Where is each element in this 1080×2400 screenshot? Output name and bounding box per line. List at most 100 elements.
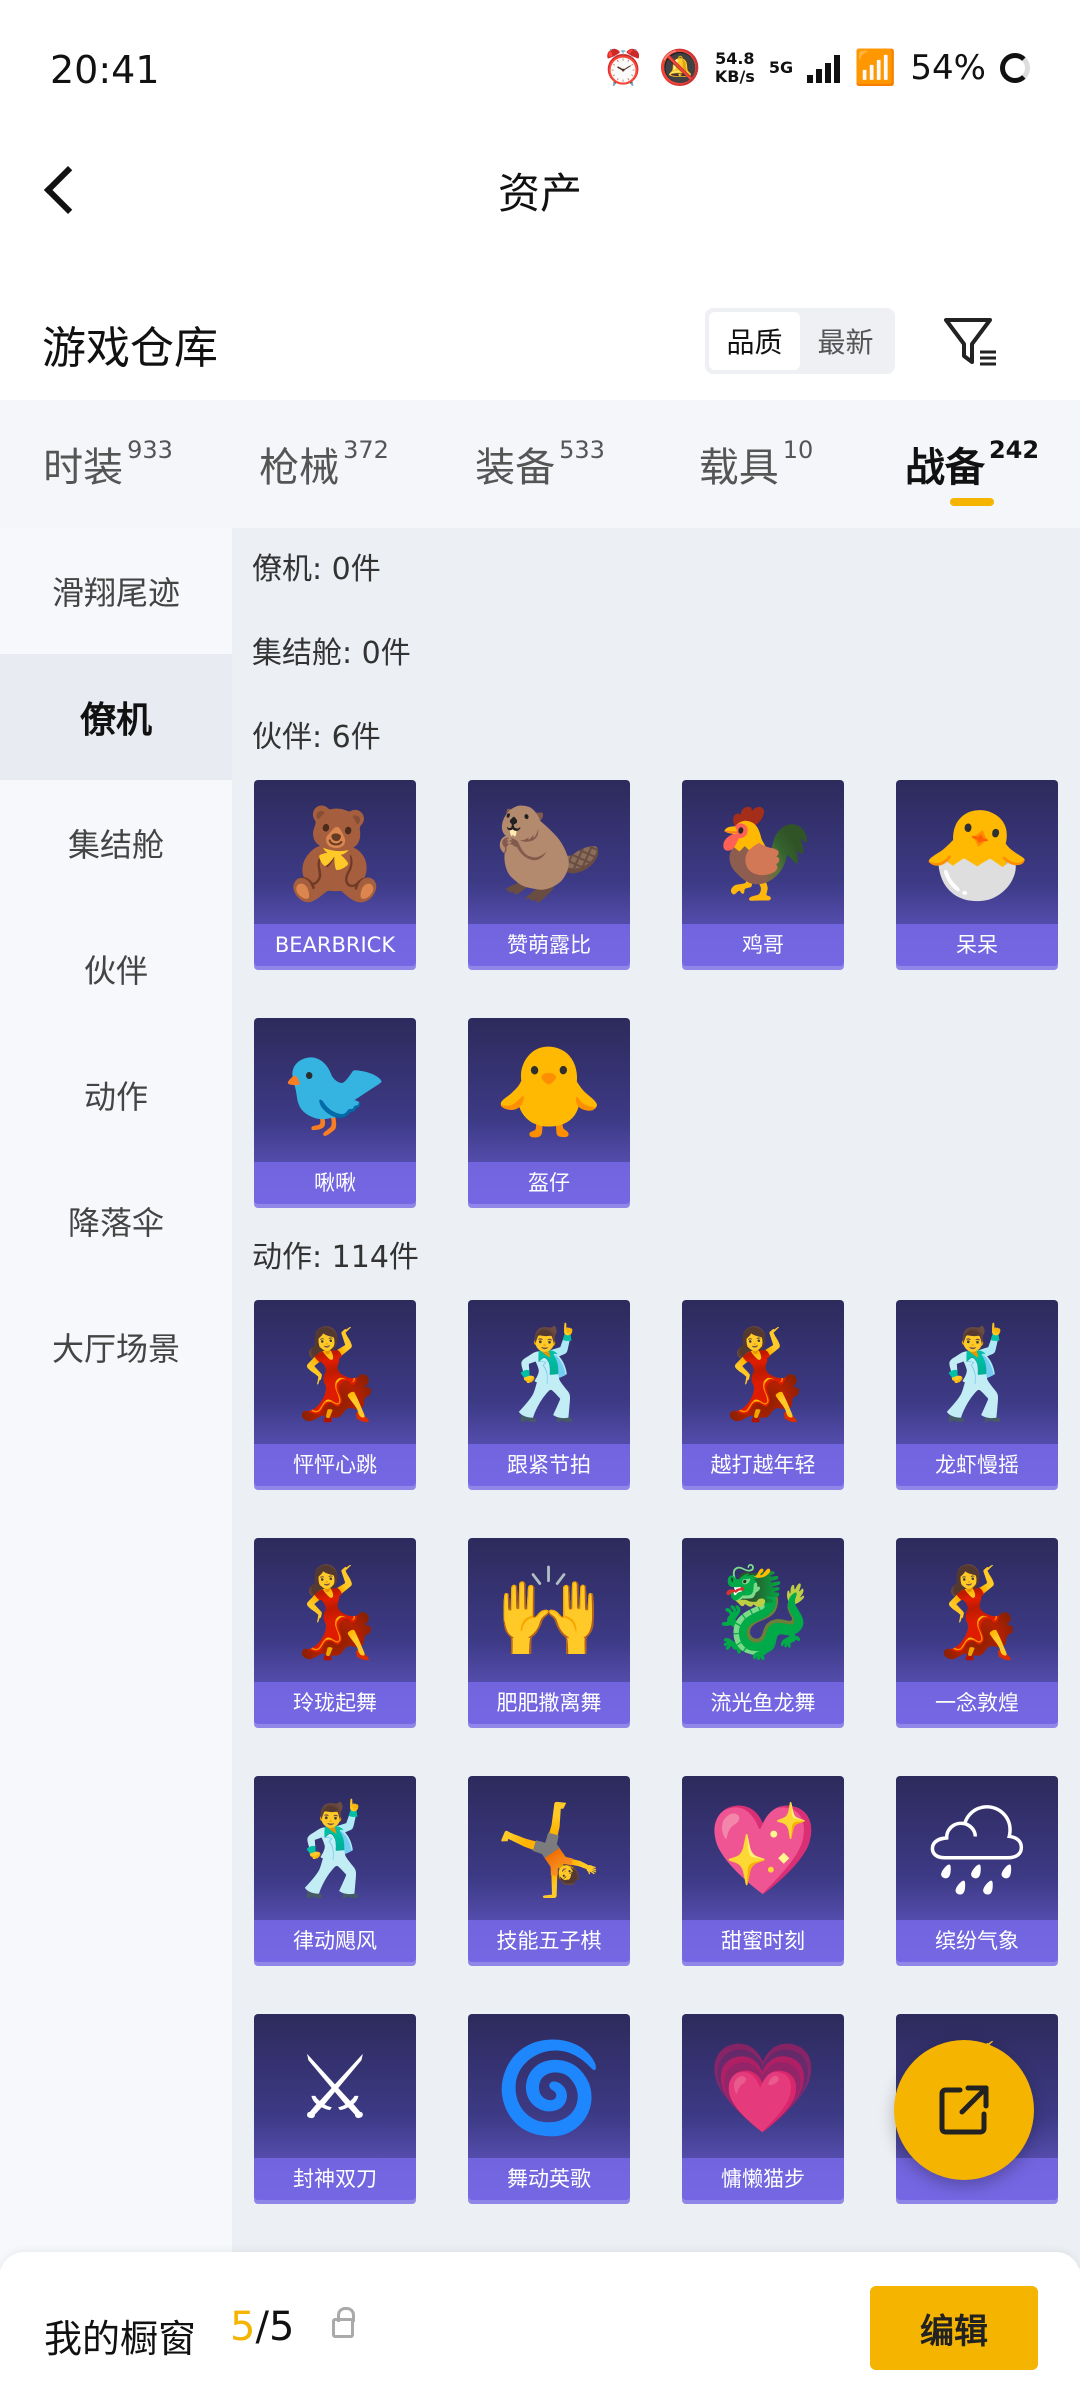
- alarm-icon: ⏰: [602, 48, 645, 88]
- card-label: 一念敦煌: [896, 1682, 1058, 1724]
- status-time: 20:41: [50, 48, 160, 92]
- tab-count: 10: [782, 436, 814, 464]
- sort-newest-option[interactable]: 最新: [800, 312, 891, 370]
- card-label: BEARBRICK: [254, 924, 416, 966]
- action-card[interactable]: 🌀 舞动英歌: [468, 2014, 630, 2200]
- signal-icon: [807, 53, 841, 83]
- action-card[interactable]: 🤸 技能五子棋: [468, 1776, 630, 1962]
- partner-card[interactable]: 🐦 啾啾: [254, 1018, 416, 1204]
- dance-figure-icon: 💃: [280, 1560, 390, 1663]
- dance-figure-icon: 🌧: [921, 1798, 1033, 1901]
- partner-card[interactable]: 🐣 呆呆: [896, 780, 1058, 966]
- dance-figure-icon: ⚔: [295, 2036, 375, 2139]
- action-card[interactable]: 💃 一念敦煌: [896, 1538, 1058, 1724]
- partner-card[interactable]: 🐥 盔仔: [468, 1018, 630, 1204]
- bear-figure-icon: 🧸: [280, 802, 390, 905]
- card-label: 龙虾慢摇: [896, 1444, 1058, 1486]
- section-title-actions: 动作: 114件: [252, 1240, 419, 1275]
- tab-label: 载具: [698, 445, 779, 491]
- dance-figure-icon: 💃: [922, 1560, 1032, 1663]
- warehouse-header: 游戏仓库 品质 最新: [0, 290, 1080, 390]
- dance-figure-icon: 💃: [280, 1322, 390, 1425]
- sort-quality-option[interactable]: 品质: [709, 312, 800, 370]
- card-label: 封神双刀: [254, 2158, 416, 2200]
- action-card[interactable]: 🙌 肥肥撒离舞: [468, 1538, 630, 1724]
- tab-vehicles[interactable]: 载具 10: [648, 400, 864, 528]
- sidebar-item-parachute[interactable]: 降落伞: [0, 1158, 232, 1284]
- card-label: 越打越年轻: [682, 1444, 844, 1486]
- sidebar: 滑翔尾迹 僚机 集结舱 伙伴 动作 降落伞 大厅场景: [0, 528, 232, 2268]
- dance-figure-icon: 💖: [708, 1798, 818, 1901]
- partner-card[interactable]: 🧸 BEARBRICK: [254, 780, 416, 966]
- tab-fashion[interactable]: 时装 933: [0, 400, 216, 528]
- card-label: 流光鱼龙舞: [682, 1682, 844, 1724]
- tab-equipment[interactable]: 装备 533: [432, 400, 648, 528]
- action-card[interactable]: 🕺 跟紧节拍: [468, 1300, 630, 1486]
- dance-figure-icon: 🕺: [494, 1322, 604, 1425]
- net-type: 5G: [768, 58, 794, 77]
- dance-figure-icon: 🕺: [922, 1322, 1032, 1425]
- card-label: 鸡哥: [682, 924, 844, 966]
- tab-count: 533: [559, 436, 605, 464]
- action-card[interactable]: 🌧 缤纷气象: [896, 1776, 1058, 1962]
- sidebar-item-partner[interactable]: 伙伴: [0, 906, 232, 1032]
- card-label: 啾啾: [254, 1162, 416, 1204]
- tab-label: 战备: [904, 445, 985, 491]
- action-card[interactable]: 💃 怦怦心跳: [254, 1300, 416, 1486]
- pink-bird-figure-icon: 🐦: [280, 1040, 390, 1143]
- section-title-rally: 集结舱: 0件: [252, 636, 411, 671]
- wifi-icon: 📶: [854, 48, 897, 88]
- battery-ring-icon: [1000, 53, 1030, 83]
- status-icons: ⏰ 🔕 54.8 KB/s 5G 📶 54%: [602, 48, 1030, 88]
- action-card[interactable]: 💗 慵懒猫步: [682, 2014, 844, 2200]
- filter-button[interactable]: [940, 312, 1000, 372]
- action-card[interactable]: 🐉 流光鱼龙舞: [682, 1538, 844, 1724]
- edit-button[interactable]: 编辑: [870, 2286, 1038, 2370]
- chicken-figure-icon: 🐓: [708, 802, 818, 905]
- showcase-separator: /: [255, 2304, 269, 2350]
- sidebar-item-actions[interactable]: 动作: [0, 1032, 232, 1158]
- sidebar-item-rally-pod[interactable]: 集结舱: [0, 780, 232, 906]
- partner-grid: 🧸 BEARBRICK 🦫 赞萌露比 🐓 鸡哥 🐣 呆呆 🐦 啾啾 🐥 盔仔: [252, 780, 1080, 1256]
- section-title-wingman: 僚机: 0件: [252, 552, 381, 587]
- action-card[interactable]: 💃 玲珑起舞: [254, 1538, 416, 1724]
- action-card[interactable]: 🕺 龙虾慢摇: [896, 1300, 1058, 1486]
- card-label: 律动飓风: [254, 1920, 416, 1962]
- showcase-count: 5/5: [230, 2304, 294, 2350]
- dance-figure-icon: 🐉: [708, 1560, 818, 1663]
- status-bar: 20:41 ⏰ 🔕 54.8 KB/s 5G 📶 54%: [0, 0, 1080, 140]
- tab-battle-prep[interactable]: 战备 242: [864, 400, 1080, 528]
- action-card[interactable]: ⚔ 封神双刀: [254, 2014, 416, 2200]
- card-label: 玲珑起舞: [254, 1682, 416, 1724]
- item-content: 僚机: 0件 集结舱: 0件 伙伴: 6件 🧸 BEARBRICK 🦫 赞萌露比 🐓…: [232, 528, 1080, 2268]
- action-card[interactable]: 🕺 律动飓风: [254, 1776, 416, 1962]
- nav-bar: 资产: [0, 140, 1080, 240]
- sidebar-item-lobby-scene[interactable]: 大厅场景: [0, 1284, 232, 1410]
- net-speed-unit: KB/s: [714, 67, 755, 86]
- partner-card[interactable]: 🦫 赞萌露比: [468, 780, 630, 966]
- mute-bell-icon: 🔕: [658, 48, 701, 88]
- net-speed: 54.8 KB/s: [715, 50, 755, 86]
- card-label: 慵懒猫步: [682, 2158, 844, 2200]
- dance-figure-icon: 💃: [708, 1322, 818, 1425]
- card-label: 赞萌露比: [468, 924, 630, 966]
- showcase-bar: 我的橱窗 5/5 编辑: [0, 2252, 1080, 2400]
- showcase-current: 5: [230, 2304, 256, 2350]
- card-label: 盔仔: [468, 1162, 630, 1204]
- action-card[interactable]: 💃 越打越年轻: [682, 1300, 844, 1486]
- filter-icon: [944, 318, 996, 366]
- sidebar-item-glide-trail[interactable]: 滑翔尾迹: [0, 528, 232, 654]
- tab-label: 装备: [475, 445, 556, 491]
- card-label: 跟紧节拍: [468, 1444, 630, 1486]
- action-card[interactable]: 💖 甜蜜时刻: [682, 1776, 844, 1962]
- dance-figure-icon: 💗: [708, 2036, 818, 2139]
- tab-label: 枪械: [259, 445, 340, 491]
- section-title-partner: 伙伴: 6件: [252, 720, 381, 755]
- share-fab-button[interactable]: [894, 2040, 1034, 2180]
- partner-card[interactable]: 🐓 鸡哥: [682, 780, 844, 966]
- tab-guns[interactable]: 枪械 372: [216, 400, 432, 528]
- card-label: 技能五子棋: [468, 1920, 630, 1962]
- card-label: 怦怦心跳: [254, 1444, 416, 1486]
- sidebar-item-wingman[interactable]: 僚机: [0, 654, 232, 780]
- page-title: 资产: [497, 169, 582, 218]
